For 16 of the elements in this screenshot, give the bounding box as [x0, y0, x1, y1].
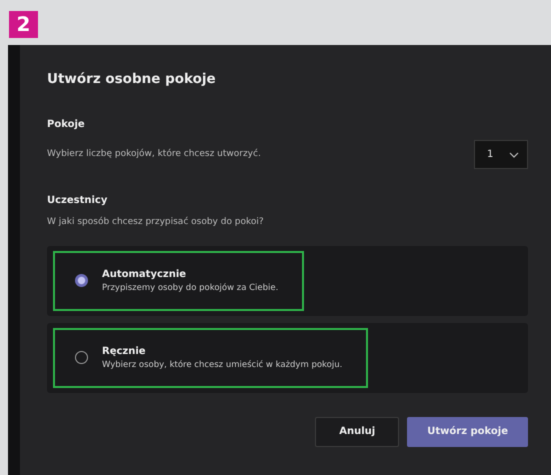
section-label: Uczestnicy [47, 194, 108, 208]
option-description: Wybierz osoby, które chcesz umieścić w każdym pokoju. [102, 358, 342, 372]
question-text: W jaki sposób chcesz przypisać osoby do pokoi? [47, 216, 265, 230]
dialog-title: Utwórz osobne pokoje [47, 71, 217, 88]
chevron-down-icon [509, 152, 519, 158]
option-title: Ręcznie [102, 344, 147, 359]
option-title: Automatycznie [102, 268, 188, 282]
description-text: Wybierz liczbę pokojów, które chcesz utworzyć. [47, 148, 261, 161]
option-description: Przypiszemy osoby do pokojów za Ciebie. [102, 282, 278, 295]
radio-button[interactable] [75, 274, 88, 288]
create-button[interactable]: Utwórz pokoje [407, 416, 528, 447]
section-label: Pokoje [47, 118, 86, 132]
room-count-dropdown[interactable]: 1 [474, 140, 528, 170]
radio-button[interactable] [75, 351, 88, 364]
step-number-badge: 2 [9, 11, 38, 38]
cancel-button[interactable]: Anuluj [315, 416, 400, 447]
